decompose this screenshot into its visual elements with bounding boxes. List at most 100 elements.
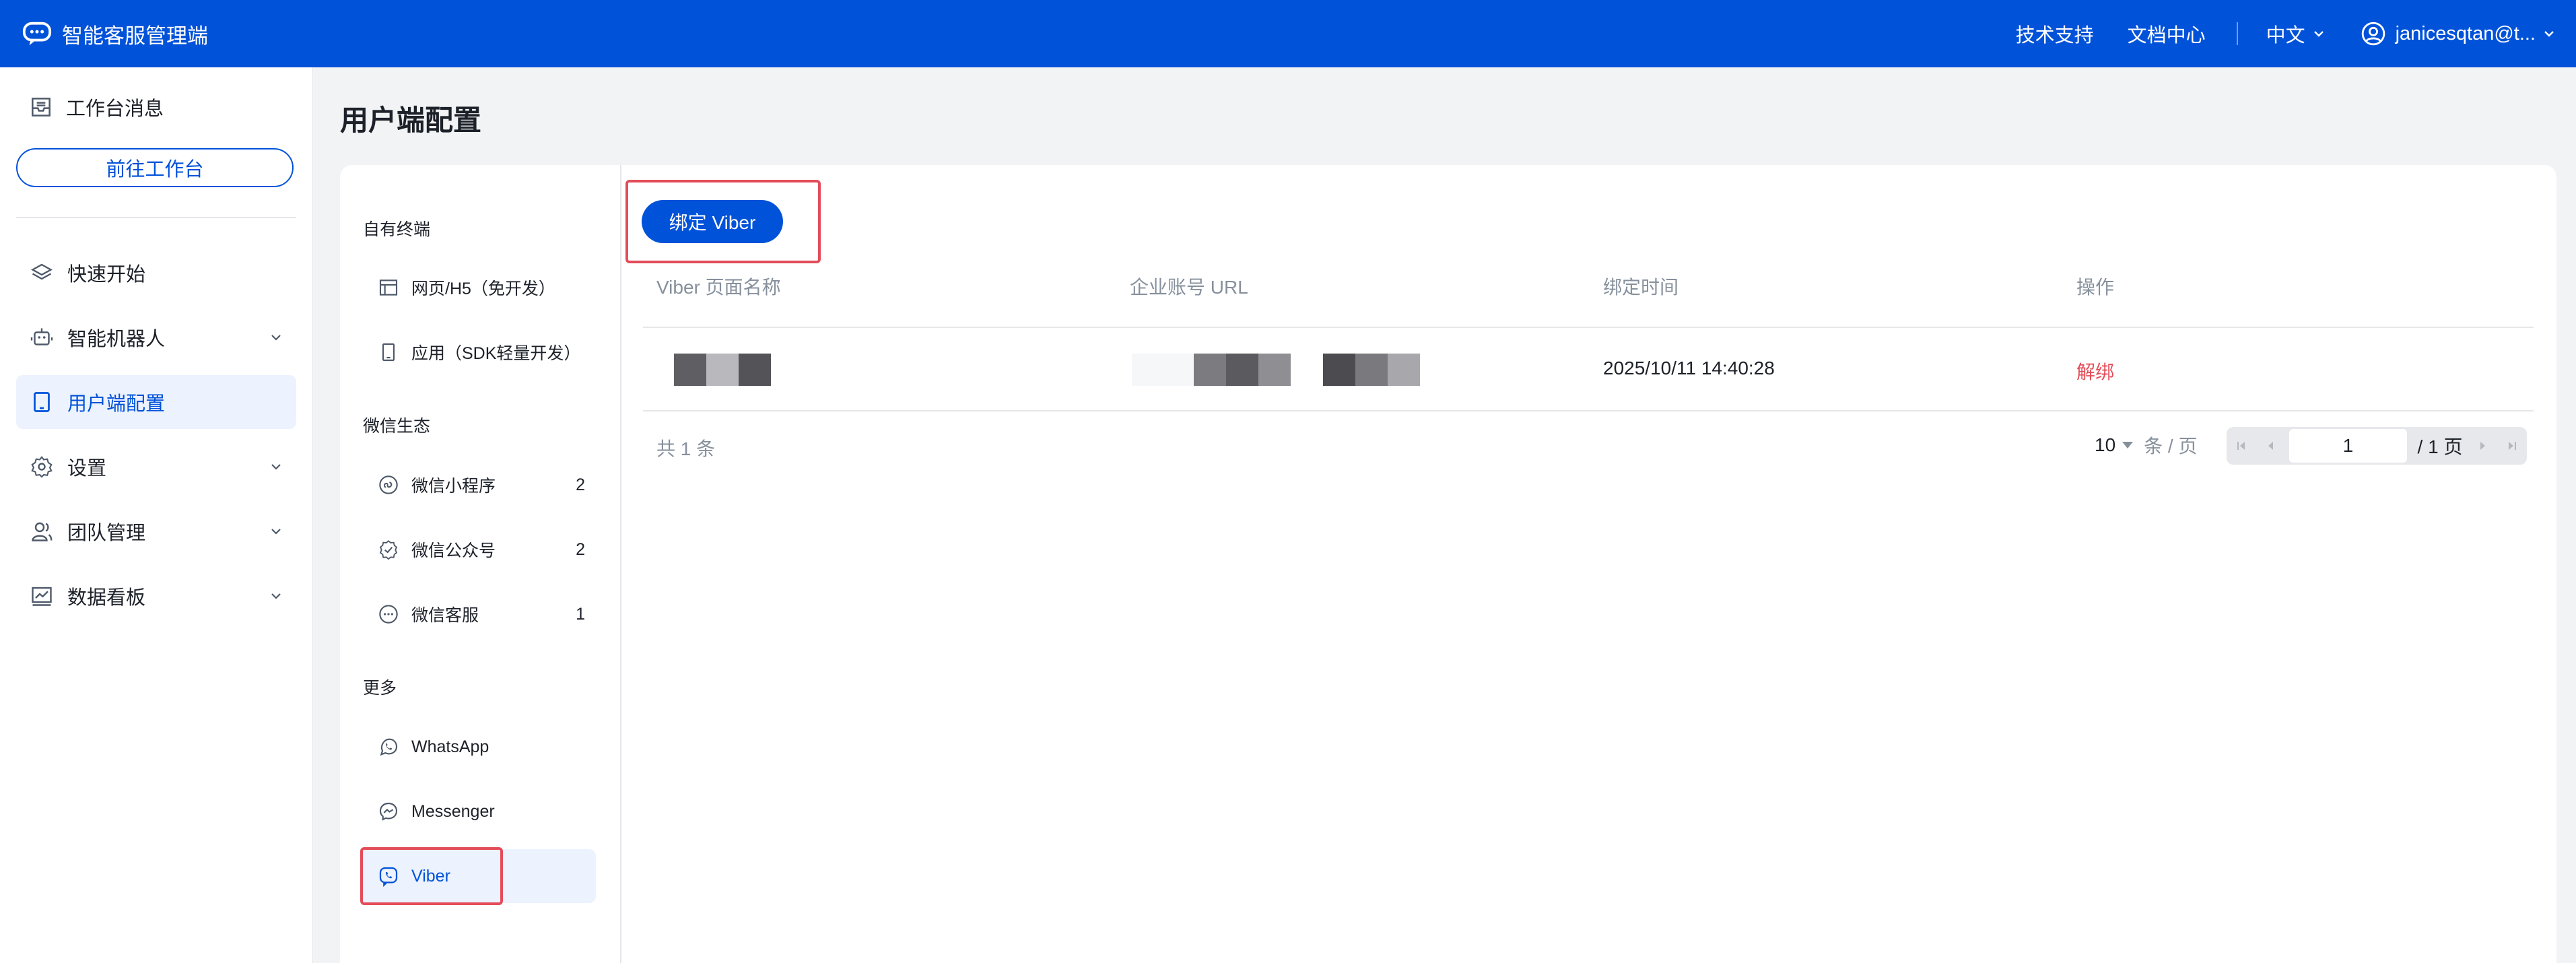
column-header: 绑定时间 [1603, 277, 1679, 298]
column-header: 企业账号 URL [1130, 277, 1248, 298]
next-page-button[interactable] [2468, 427, 2498, 465]
whatsapp-icon [380, 738, 398, 756]
subnav-item-label: 微信小程序 [411, 477, 496, 496]
highlight-box [625, 180, 821, 263]
chevron-down-icon [2313, 31, 2324, 37]
subnav-item-label: 网页/H5（免开发） [411, 279, 555, 298]
channel-subnav: 自有终端 网页/H5（免开发） 应用（SDK轻量开发） 微信生态 微信小程序 2… [340, 165, 621, 963]
sidebar-item-label: 数据看板 [67, 587, 146, 609]
sidebar-item-dashboard[interactable]: 数据看板 [16, 569, 296, 623]
subnav-item-label: 微信公众号 [411, 541, 496, 560]
mobile-icon [382, 343, 395, 362]
page-size-value: 10 [2095, 434, 2116, 455]
sidebar-item-robot[interactable]: 智能机器人 [16, 310, 296, 364]
chevron-down-icon [271, 335, 281, 341]
subnav-item-label: 应用（SDK轻量开发） [411, 344, 581, 363]
webpage-icon [379, 279, 398, 296]
gear-icon [31, 456, 53, 478]
page-size-select[interactable]: 10 条 / 页 [2095, 432, 2198, 459]
section-title-more: 更多 [363, 679, 397, 698]
inbox-icon [32, 98, 50, 117]
top-bar: 智能客服管理端 技术支持 文档中心 中文 janicesqtan@t... [0, 0, 2576, 67]
sidebar-item-label: 团队管理 [67, 523, 146, 544]
page-title: 用户端配置 [340, 104, 482, 136]
docs-center-link[interactable]: 文档中心 [2128, 20, 2206, 48]
prev-page-icon [2268, 442, 2274, 450]
subnav-item-label: WhatsApp [411, 737, 489, 756]
unbind-link[interactable]: 解绑 [2076, 358, 2114, 385]
column-header: 操作 [2076, 277, 2115, 298]
chat-bubble-icon [22, 22, 52, 46]
chart-icon [32, 587, 52, 606]
workspace-message-label: 工作台消息 [66, 98, 164, 120]
divider [643, 327, 2534, 328]
tablet-icon [34, 392, 50, 412]
prev-page-button[interactable] [2256, 427, 2286, 465]
official-account-icon [379, 540, 398, 560]
tech-support-link[interactable]: 技术支持 [2016, 20, 2094, 48]
highlight-box [360, 847, 503, 905]
sidebar-item-label: 智能机器人 [67, 329, 166, 350]
divider [16, 217, 296, 218]
language-switcher[interactable]: 中文 [2266, 20, 2327, 48]
sidebar-item-label: 用户端配置 [67, 393, 166, 415]
section-title-wechat: 微信生态 [363, 417, 431, 436]
chevron-down-icon [271, 464, 281, 470]
page-number-input[interactable]: 1 [2289, 429, 2407, 463]
subnav-item-label: Messenger [411, 801, 495, 821]
subnav-item-app-sdk[interactable]: 应用（SDK轻量开发） [360, 325, 596, 379]
sidebar-item-label: 设置 [67, 458, 107, 479]
subnav-item-official-account[interactable]: 微信公众号 2 [360, 523, 596, 576]
sidebar-item-settings[interactable]: 设置 [16, 440, 296, 494]
sidebar-item-label: 快速开始 [67, 264, 146, 286]
bind-time: 2025/10/11 14:40:28 [1603, 358, 1775, 378]
pagination: 1 / 1 页 [2227, 427, 2527, 465]
last-page-icon [2509, 442, 2517, 450]
first-page-icon [2237, 442, 2245, 450]
chevron-down-icon [2544, 31, 2554, 37]
messenger-icon [379, 802, 398, 821]
language-label: 中文 [2266, 25, 2305, 46]
chevron-down-icon [271, 529, 281, 535]
workspace-message[interactable]: 工作台消息 [28, 93, 164, 121]
chevron-down-icon [271, 593, 281, 599]
redacted-page-name [674, 354, 771, 386]
total-pages: / 1 页 [2417, 436, 2463, 457]
user-menu[interactable]: janicesqtan@t... [2361, 21, 2557, 46]
sidebar-item-client-config[interactable]: 用户端配置 [16, 375, 296, 429]
app-title: 智能客服管理端 [62, 24, 208, 48]
sidebar-item-team[interactable]: 团队管理 [16, 504, 296, 558]
first-page-button[interactable] [2227, 427, 2256, 465]
redacted-account-url [1132, 354, 1420, 386]
user-avatar-icon [2361, 22, 2385, 46]
count-badge: 1 [576, 605, 585, 624]
section-title-own-terminal: 自有终端 [363, 220, 431, 239]
divider [2236, 22, 2238, 45]
divider [643, 410, 2534, 411]
team-icon [32, 522, 53, 541]
subnav-item-whatsapp[interactable]: WhatsApp [360, 720, 596, 774]
last-page-button[interactable] [2497, 427, 2527, 465]
caret-down-icon [2122, 442, 2134, 449]
viber-content: 绑定 Viber Viber 页面名称 企业账号 URL 绑定时间 操作 202… [620, 165, 2556, 963]
sidebar-item-quick-start[interactable]: 快速开始 [16, 246, 296, 300]
subnav-item-messenger[interactable]: Messenger [360, 785, 596, 838]
robot-icon [30, 328, 53, 345]
config-card: 自有终端 网页/H5（免开发） 应用（SDK轻量开发） 微信生态 微信小程序 2… [340, 165, 2556, 963]
subnav-item-miniprogram[interactable]: 微信小程序 2 [360, 458, 596, 512]
subnav-item-webpage[interactable]: 网页/H5（免开发） [360, 261, 596, 314]
next-page-icon [2480, 442, 2485, 450]
miniprogram-icon [379, 475, 398, 494]
subnav-item-wechat-service[interactable]: 微信客服 1 [360, 587, 596, 641]
layers-icon [31, 263, 53, 280]
count-badge: 2 [576, 475, 585, 494]
page-size-unit: 条 / 页 [2144, 436, 2198, 457]
count-badge: 2 [576, 540, 585, 559]
column-header: Viber 页面名称 [656, 277, 781, 298]
sidebar: 工作台消息 前往工作台 快速开始 智能机器人 用户端配置 设置 团队管理 数据看… [0, 67, 313, 963]
wechat-service-icon [379, 605, 398, 624]
brand[interactable]: 智能客服管理端 [22, 0, 208, 67]
subnav-item-label: 微信客服 [411, 606, 479, 625]
total-count: 共 1 条 [656, 438, 716, 459]
goto-workspace-button[interactable]: 前往工作台 [16, 148, 294, 187]
